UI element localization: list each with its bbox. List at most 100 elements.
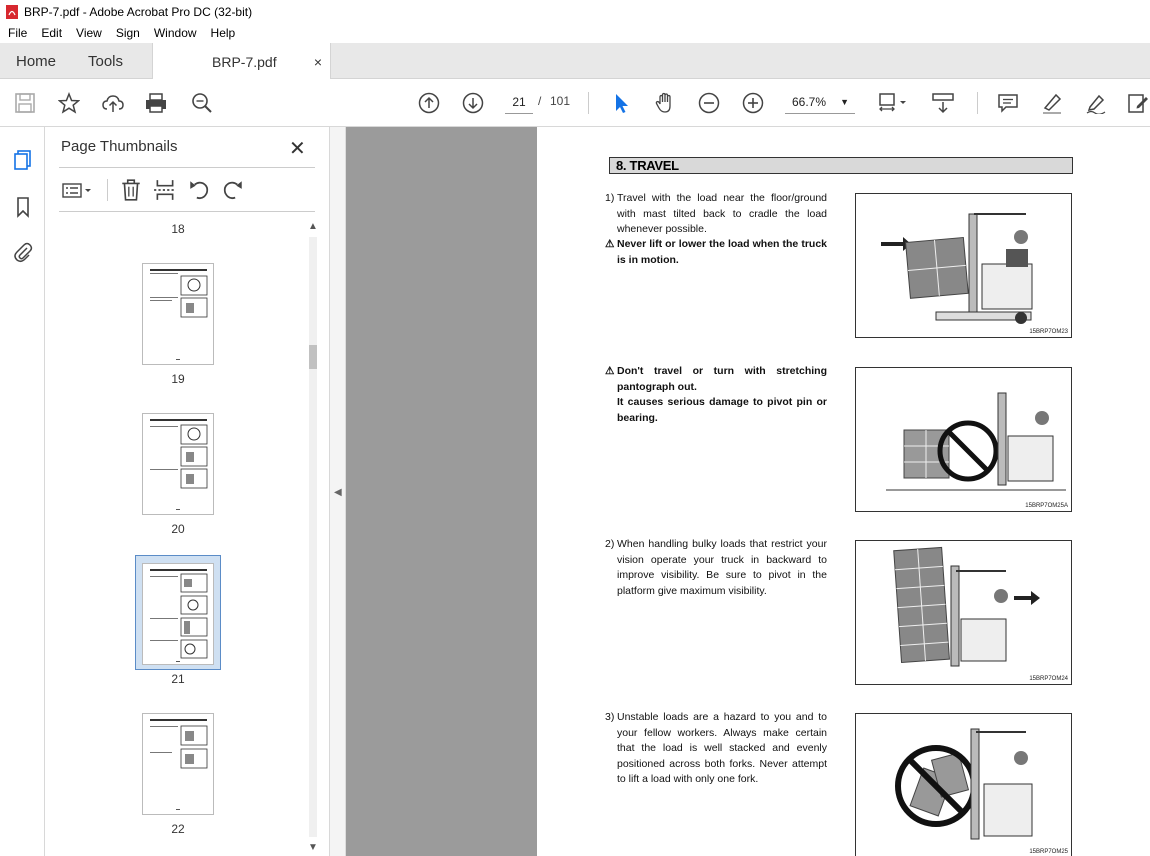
warning-text: Don't travel or turn with stretching pan… [617,365,827,393]
close-panel-icon[interactable]: ✕ [289,136,306,161]
page-fit-icon[interactable] [876,91,910,115]
sign-pen-icon[interactable] [1084,91,1108,115]
zoom-level-value: 66.7% [792,95,827,109]
save-icon[interactable] [13,91,37,115]
zoom-search-icon[interactable] [190,91,214,115]
rotate-left-icon[interactable] [187,178,211,202]
figure-load-near-floor: 15BRP7OM23 [855,193,1072,338]
menu-edit[interactable]: Edit [33,26,68,40]
viewer-scrollbar[interactable] [1143,127,1150,856]
thumbnail-page-22[interactable] [142,713,214,815]
chevron-down-icon: ▼ [840,97,849,107]
attachments-icon[interactable] [10,239,36,265]
zoom-in-icon[interactable] [741,91,765,115]
tab-tools[interactable]: Tools [88,43,123,79]
thumbnail-label: 22 [171,822,185,836]
page-number-input[interactable]: 21 [505,90,533,114]
warning-paragraph: ⚠ Never lift or lower the load when the … [605,237,827,268]
instruction-paragraph: 1) Travel with the load near the floor/g… [605,191,827,238]
scroll-thumb[interactable] [309,345,317,369]
page-thumbnails-icon[interactable] [10,147,36,173]
page-total: 101 [550,94,571,108]
figure-code: 15BRP7OM24 [1029,676,1068,682]
upload-cloud-icon[interactable] [101,91,125,115]
insert-page-icon[interactable] [153,178,177,202]
zoom-level-select[interactable]: 66.7% ▼ [785,90,855,114]
figure-unstable-load: 15BRP7OM25 [855,713,1072,856]
menu-bar: File Edit View Sign Window Help [0,23,1150,43]
bookmarks-icon[interactable] [10,194,36,220]
page-separator: / [538,94,542,108]
thumbnail-label: 18 [171,222,185,236]
close-tab-icon[interactable]: × [314,54,322,70]
scroll-mode-icon[interactable] [931,91,955,115]
menu-window[interactable]: Window [146,26,203,40]
instruction-paragraph: 3) Unstable loads are a hazard to you an… [605,710,827,788]
panel-divider [59,167,315,168]
thumbnail-page-21[interactable] [142,563,214,665]
menu-help[interactable]: Help [203,26,242,40]
menu-sign[interactable]: Sign [108,26,146,40]
instruction-paragraph: 2) When handling bulky loads that restri… [605,537,827,599]
zoom-out-icon[interactable] [697,91,721,115]
toolbar-divider [588,92,589,114]
item-text: When handling bulky loads that restrict … [617,538,827,597]
panel-divider [59,211,315,212]
panel-splitter[interactable]: ◀ [330,127,346,856]
warning-text: It causes serious damage to pivot pin or… [617,396,827,424]
toolbar-divider [977,92,978,114]
scroll-track [309,237,317,837]
document-viewer[interactable]: 8. TRAVEL 1) Travel with the load near t… [346,127,1150,856]
tab-document[interactable]: BRP-7.pdf × [152,43,331,80]
thumbnail-list: 18 19 20 21 22 [45,217,330,856]
item-text: Travel with the load near the floor/grou… [617,192,827,235]
select-cursor-icon[interactable] [609,91,633,115]
edit-pdf-icon[interactable] [1126,91,1150,115]
chevron-down-icon[interactable]: ▼ [308,842,318,853]
figure-code: 15BRP7OM25 [1029,849,1068,855]
hand-tool-icon[interactable] [653,91,677,115]
item-text: Unstable loads are a hazard to you and t… [617,711,827,785]
chevron-up-icon[interactable]: ▲ [308,221,318,232]
menu-view[interactable]: View [68,26,108,40]
panel-tool-divider [107,179,108,201]
thumbnail-options-icon[interactable] [59,178,95,202]
figure-bulky-load-backward: 15BRP7OM24 [855,540,1072,685]
rotate-right-icon[interactable] [221,178,245,202]
thumbnails-panel: Page Thumbnails ✕ 18 19 20 21 22 ▲ ▼ [45,127,330,856]
collapse-panel-icon[interactable]: ◀ [334,487,342,498]
figure-code: 15BRP7OM23 [1029,329,1068,335]
previous-page-icon[interactable] [417,91,441,115]
acrobat-icon [6,4,18,19]
print-icon[interactable] [144,91,168,115]
figure-code: 15BRP7OM25A [1025,503,1068,509]
highlight-pen-icon[interactable] [1040,91,1064,115]
thumbnail-label: 21 [171,672,185,686]
thumbnail-label: 20 [171,522,185,536]
warning-icon: ⚠ [605,238,615,250]
left-rail [0,127,45,856]
delete-page-icon[interactable] [119,178,143,202]
item-number: 3) [605,711,615,723]
section-heading: 8. TRAVEL [609,157,1073,174]
comment-icon[interactable] [996,91,1020,115]
figure-pantograph-out: 15BRP7OM25A [855,367,1072,512]
bookmark-star-icon[interactable] [57,91,81,115]
warning-text: Never lift or lower the load when the tr… [617,238,827,266]
tab-bar: Home Tools BRP-7.pdf × [0,43,1150,80]
window-title: BRP-7.pdf - Adobe Acrobat Pro DC (32-bit… [24,4,253,19]
thumbnail-page-19[interactable] [142,263,214,365]
title-bar: BRP-7.pdf - Adobe Acrobat Pro DC (32-bit… [0,0,1150,23]
pdf-page: 8. TRAVEL 1) Travel with the load near t… [537,127,1143,856]
item-number: 1) [605,192,615,204]
panel-title: Page Thumbnails [61,138,178,155]
warning-icon: ⚠ [605,365,615,377]
tab-home[interactable]: Home [16,43,56,79]
document-tab-label: BRP-7.pdf [212,53,277,70]
thumbnail-page-20[interactable] [142,413,214,515]
menu-file[interactable]: File [0,26,33,40]
thumbnail-label: 19 [171,372,185,386]
item-number: 2) [605,538,615,550]
next-page-icon[interactable] [461,91,485,115]
thumbnail-scrollbar[interactable]: ▲ ▼ [306,219,320,856]
